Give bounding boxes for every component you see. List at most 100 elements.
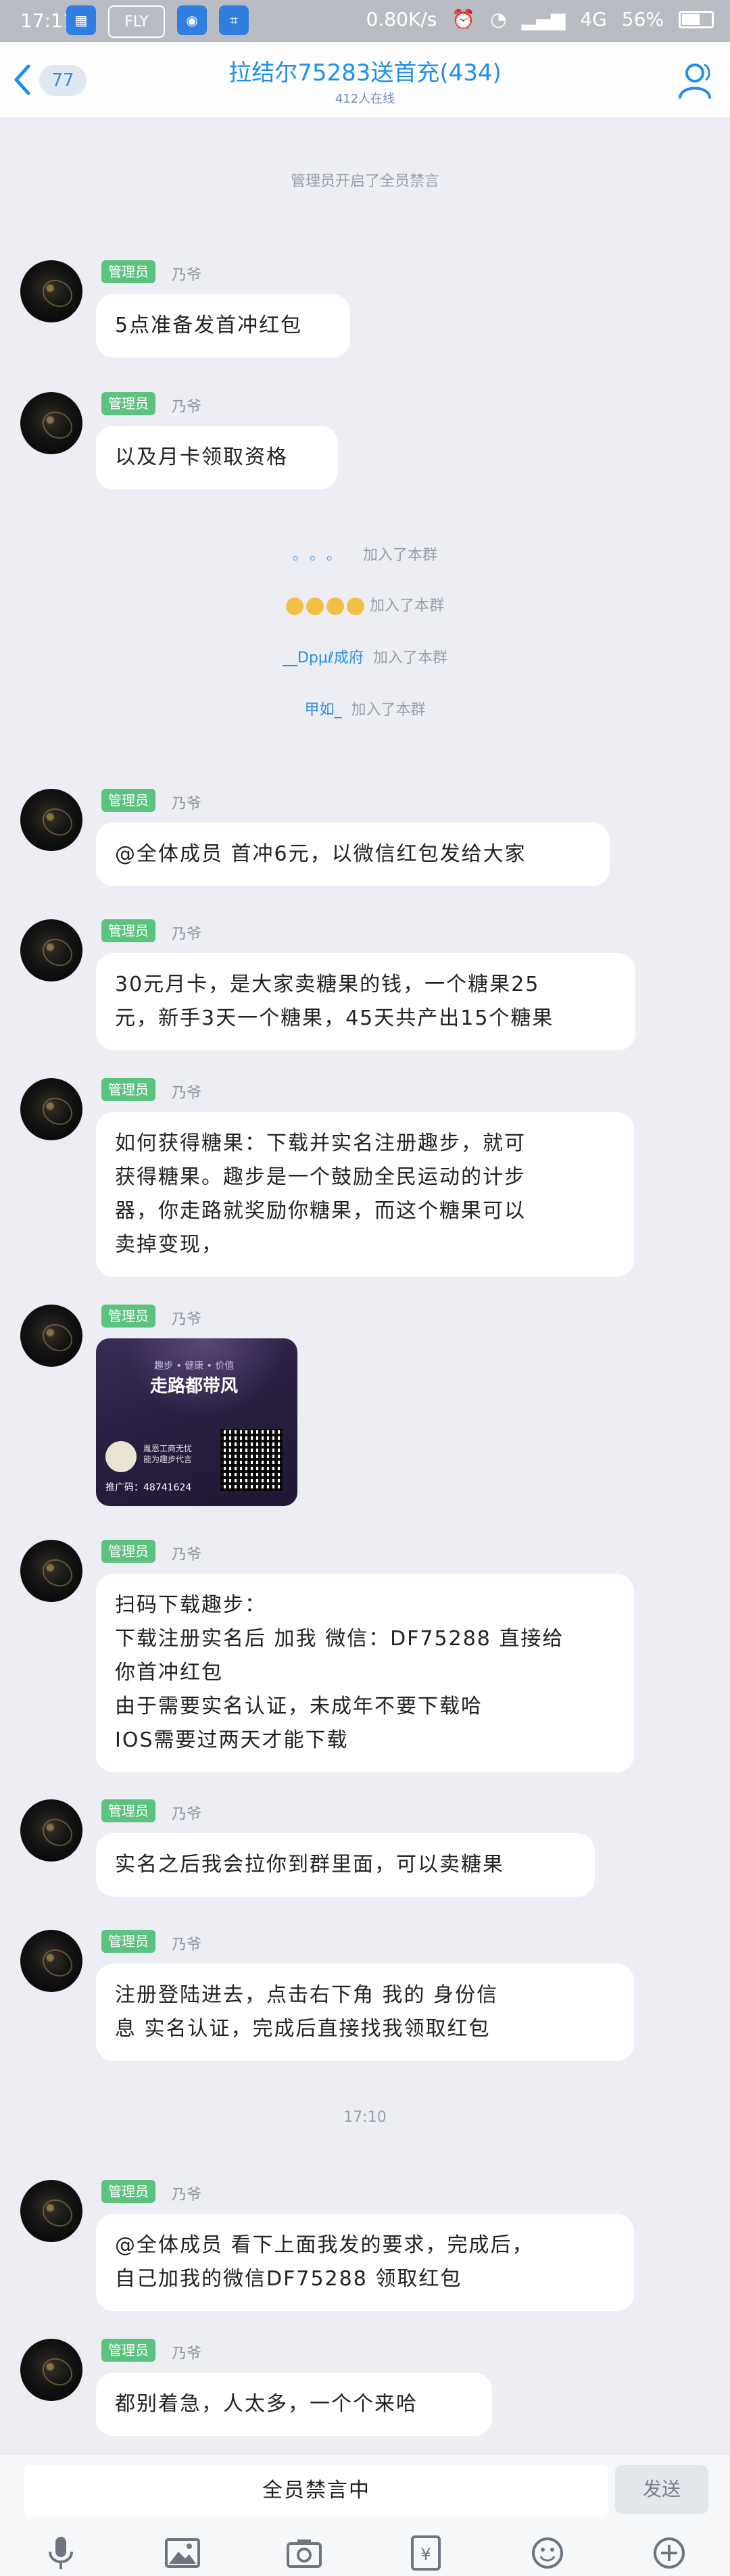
- network-type: 4G: [580, 8, 607, 30]
- message-line: @全体成员 首冲6元，以微信红包发给大家: [115, 842, 527, 866]
- status-right: 0.80K/s ⏰ ◔ ▂▄▆ 4G 56%: [366, 8, 714, 30]
- avatar[interactable]: [20, 1540, 82, 1602]
- message-line: 扫码下载趣步：: [115, 1593, 266, 1617]
- system-text: 管理员开启了全员禁言: [290, 173, 439, 190]
- message-bubble[interactable]: 注册登陆进去，点击右下角 我的 身份信 息 实名认证，完成后直接找我领取红包: [96, 1964, 634, 2061]
- send-button[interactable]: 发送: [615, 2465, 708, 2514]
- sender-name[interactable]: 乃爷: [172, 922, 201, 944]
- avatar[interactable]: [20, 2339, 82, 2401]
- message-bubble[interactable]: @全体成员 首冲6元，以微信红包发给大家: [96, 823, 610, 886]
- camera-app-icon: ◉: [177, 5, 207, 35]
- message-line: 5点准备发首冲红包: [115, 314, 303, 337]
- system-message-join: 甲如_ 加入了本群: [0, 698, 730, 719]
- message-line: 元，新手3天一个糖果，45天共产出15个糖果: [115, 1006, 554, 1030]
- role-badge: 管理员: [101, 392, 155, 415]
- emoji-nickname[interactable]: [285, 598, 364, 615]
- avatar[interactable]: [20, 1078, 82, 1140]
- image-message[interactable]: 趣步 • 健康 • 价值 走路都带风 胤恩工商无忧 能为趣步代言 推广码：487…: [96, 1338, 297, 1506]
- message-bubble[interactable]: 5点准备发首冲红包: [96, 294, 350, 358]
- message-line: 以及月卡领取资格: [115, 445, 288, 469]
- message-line: 获得糖果。趣步是一个鼓励全民运动的计步: [115, 1165, 526, 1189]
- avatar[interactable]: [20, 789, 82, 851]
- battery-icon: [679, 10, 714, 28]
- avatar[interactable]: [20, 1930, 82, 1992]
- wifi-icon: ◔: [490, 8, 507, 30]
- message-bubble[interactable]: 实名之后我会拉你到群里面，可以卖糖果: [96, 1833, 595, 1897]
- avatar[interactable]: [20, 2180, 82, 2242]
- input-toolbar: ¥: [0, 2530, 730, 2576]
- battery-fill: [682, 14, 700, 25]
- group-title[interactable]: 拉结尔75283送首充(434): [0, 54, 730, 87]
- message-bubble[interactable]: 都别着急，人太多，一个个来哈: [96, 2373, 492, 2436]
- message-input-muted[interactable]: 全员禁言中: [24, 2465, 608, 2517]
- message-bubble[interactable]: 扫码下载趣步： 下载注册实名后 加我 微信：DF75288 直接给 你首冲红包 …: [96, 1574, 634, 1772]
- input-bar: 全员禁言中 发送 ¥: [0, 2454, 730, 2576]
- message-bubble[interactable]: 以及月卡领取资格: [96, 426, 338, 489]
- system-message-join: 。。。 加入了本群: [0, 543, 730, 564]
- emoji-face-icon: [306, 598, 324, 615]
- signal-icon: ▂▄▆: [521, 8, 566, 30]
- member-name[interactable]: 甲如_: [304, 702, 341, 719]
- battery-percent: 56%: [621, 8, 664, 30]
- sender-name[interactable]: 乃爷: [172, 1081, 201, 1102]
- message-line: 由于需要实名认证，未成年不要下载哈: [115, 1695, 483, 1718]
- message-line: 都别着急，人太多，一个个来哈: [115, 2392, 418, 2416]
- time-divider: 17:10: [0, 2109, 730, 2126]
- status-bar: 17:11 ▦ FLY ◉ ⌗ 0.80K/s ⏰ ◔ ▂▄▆ 4G 56%: [0, 0, 730, 42]
- message-bubble[interactable]: 如何获得糖果：下载并实名注册趣步，就可 获得糖果。趣步是一个鼓励全民运动的计步 …: [96, 1112, 634, 1277]
- avatar[interactable]: [20, 1305, 82, 1367]
- system-text: 加入了本群: [372, 650, 447, 666]
- message-line: 30元月卡，是大家卖糖果的钱，一个糖果25: [115, 973, 540, 996]
- image-icon[interactable]: [164, 2534, 201, 2572]
- sender-name[interactable]: 乃爷: [172, 792, 201, 813]
- message-bubble[interactable]: @全体成员 看下上面我发的要求，完成后， 自己加我的微信DF75288 领取红包: [96, 2214, 634, 2311]
- camera-icon[interactable]: [285, 2534, 323, 2572]
- system-text: 加入了本群: [369, 598, 444, 614]
- sender-name[interactable]: 乃爷: [172, 395, 201, 416]
- microphone-icon[interactable]: [42, 2534, 80, 2572]
- emoji-icon[interactable]: [529, 2534, 566, 2572]
- brand-logo: [105, 1441, 137, 1472]
- role-badge: 管理员: [101, 1540, 155, 1563]
- message-line: 下载注册实名后 加我 微信：DF75288 直接给: [115, 1627, 564, 1651]
- image-promo-code: 推广码：48741624: [105, 1482, 192, 1493]
- message-list[interactable]: 管理员开启了全员禁言 管理员 乃爷 5点准备发首冲红包 管理员 乃爷 以及月卡领…: [0, 118, 730, 2454]
- sender-name[interactable]: 乃爷: [172, 1802, 201, 1824]
- online-count: 412人在线: [335, 92, 395, 106]
- sender-name[interactable]: 乃爷: [172, 2183, 201, 2204]
- status-app-icons: ▦ FLY ◉ ⌗: [66, 5, 249, 38]
- avatar[interactable]: [20, 1799, 82, 1862]
- group-members-icon[interactable]: [675, 59, 716, 101]
- plus-icon[interactable]: [650, 2534, 688, 2572]
- message-line: 注册登陆进去，点击右下角 我的 身份信: [115, 1983, 499, 2007]
- role-badge: 管理员: [101, 919, 155, 942]
- message-line: @全体成员 看下上面我发的要求，完成后，: [115, 2233, 534, 2257]
- avatar[interactable]: [20, 260, 82, 322]
- role-badge: 管理员: [101, 1930, 155, 1953]
- avatar[interactable]: [20, 392, 82, 454]
- calendar-icon: ▦: [66, 5, 96, 35]
- sender-name[interactable]: 乃爷: [172, 1542, 201, 1564]
- emoji-face-icon: [346, 598, 364, 615]
- system-message-join: 加入了本群: [0, 593, 730, 615]
- message-line: 你首冲红包: [115, 1661, 223, 1684]
- chat-header: 77 拉结尔75283送首充(434) 412人在线: [0, 42, 730, 118]
- sender-name[interactable]: 乃爷: [172, 1307, 201, 1329]
- sender-name[interactable]: 乃爷: [172, 263, 201, 285]
- avatar[interactable]: [20, 919, 82, 981]
- system-message-mute: 管理员开启了全员禁言: [0, 169, 730, 191]
- message-line: 如何获得糖果：下载并实名注册趣步，就可: [115, 1132, 526, 1155]
- scan-app-icon: ⌗: [219, 5, 249, 35]
- alarm-icon: ⏰: [452, 8, 476, 30]
- image-slogan: 走路都带风: [150, 1376, 239, 1396]
- red-packet-icon[interactable]: ¥: [407, 2534, 445, 2572]
- sender-name[interactable]: 乃爷: [172, 2341, 201, 2363]
- role-badge: 管理员: [101, 2180, 155, 2203]
- timestamp: 17:10: [343, 2109, 387, 2126]
- message-bubble[interactable]: 30元月卡，是大家卖糖果的钱，一个糖果25 元，新手3天一个糖果，45天共产出1…: [96, 953, 635, 1050]
- member-name[interactable]: __Dpμℓ成府: [283, 650, 364, 666]
- member-name[interactable]: 。。。: [293, 547, 351, 564]
- svg-text:¥: ¥: [420, 2545, 431, 2564]
- role-badge: 管理员: [101, 789, 155, 812]
- sender-name[interactable]: 乃爷: [172, 1933, 201, 1954]
